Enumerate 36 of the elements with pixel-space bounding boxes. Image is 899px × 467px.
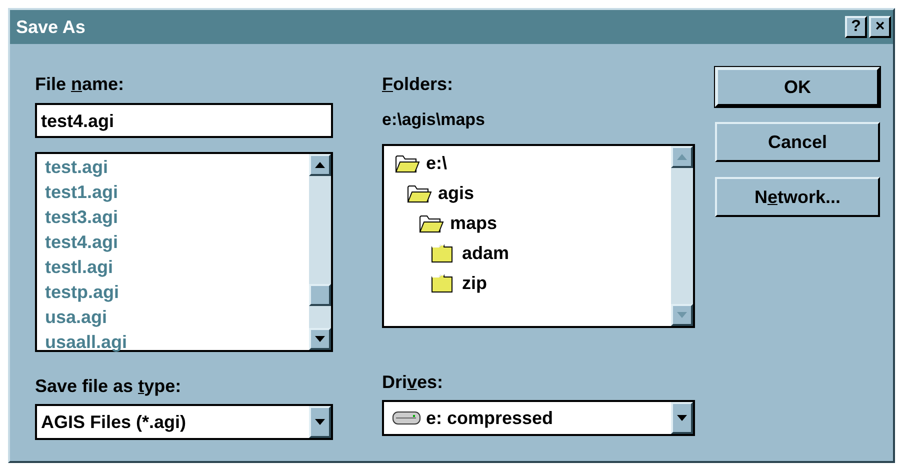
file-item[interactable]: test3.agi xyxy=(45,205,301,230)
file-item[interactable]: usaall.agi xyxy=(45,330,301,355)
folder-item[interactable]: maps xyxy=(450,212,498,234)
file-name-label: File name: xyxy=(35,73,126,96)
file-item[interactable]: test4.agi xyxy=(45,230,301,255)
folders-label: Folders: xyxy=(382,73,454,96)
up-arrow-icon[interactable] xyxy=(315,162,325,168)
file-item[interactable]: testp.agi xyxy=(45,280,301,305)
caret-icon[interactable] xyxy=(677,415,687,421)
folder-item[interactable]: adam xyxy=(462,242,510,264)
file-type-dropdown[interactable]: AGIS Files (*.agi) xyxy=(35,404,333,440)
file-item[interactable]: usa.agi xyxy=(45,305,301,330)
scroll-thumb[interactable] xyxy=(309,284,331,306)
drives-label: Drives: xyxy=(382,371,444,394)
file-type-label: Save file as type: xyxy=(35,375,182,398)
file-item[interactable]: testl.agi xyxy=(45,255,301,280)
folder-path: e:\agis\maps xyxy=(382,109,486,131)
up-arrow-icon xyxy=(677,154,687,160)
help-button[interactable]: ? xyxy=(845,16,867,38)
dialog-button[interactable]: Cancel xyxy=(715,122,880,162)
folder-item[interactable]: agis xyxy=(438,182,474,204)
file-item[interactable]: test.agi xyxy=(45,155,301,180)
close-button[interactable]: × xyxy=(869,16,891,38)
folder-item[interactable]: zip xyxy=(462,272,487,294)
caret-icon[interactable] xyxy=(315,419,325,425)
file-name-field[interactable]: test4.agi xyxy=(35,103,333,138)
scrollbar[interactable] xyxy=(309,154,331,350)
down-arrow-icon[interactable] xyxy=(315,336,325,342)
dialog-button[interactable]: Network... xyxy=(715,177,880,217)
file-item[interactable]: test1.agi xyxy=(45,180,301,205)
window-title: Save As xyxy=(16,16,86,38)
down-arrow-icon xyxy=(677,312,687,318)
dialog-button[interactable]: OK xyxy=(715,67,880,107)
folder-item[interactable]: e:\ xyxy=(426,152,448,174)
drive-icon xyxy=(392,410,422,426)
drives-dropdown[interactable]: e: compressed xyxy=(382,400,695,436)
